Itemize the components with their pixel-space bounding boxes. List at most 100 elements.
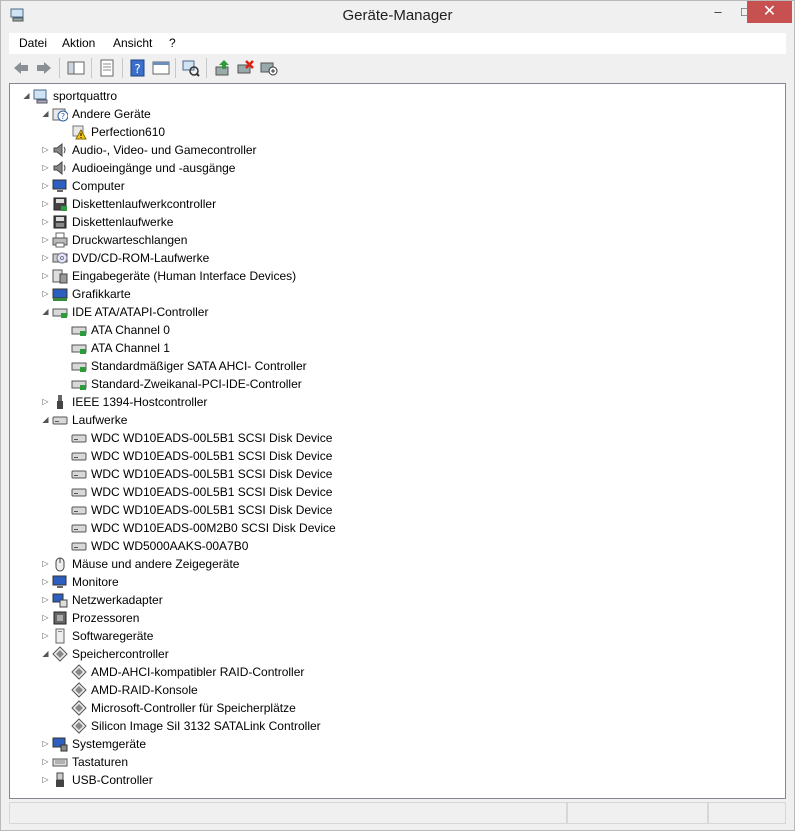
tree-row[interactable]: Standardmäßiger SATA AHCI- Controller <box>10 357 780 375</box>
scan-hardware-icon[interactable] <box>182 59 200 77</box>
expand-toggle-icon[interactable]: ▷ <box>41 735 50 753</box>
tree-row[interactable]: Standard-Zweikanal-PCI-IDE-Controller <box>10 375 780 393</box>
expand-toggle-icon[interactable]: ▷ <box>41 771 50 789</box>
tree-row[interactable]: ▷ Grafikkarte <box>10 285 780 303</box>
tree-row[interactable]: ◢ IDE ATA/ATAPI-Controller <box>10 303 780 321</box>
tree-item-label: Diskettenlaufwerkcontroller <box>72 197 217 211</box>
unknown-device-icon: ? <box>52 108 68 122</box>
expand-toggle-icon[interactable]: ▷ <box>41 213 50 231</box>
properties-icon[interactable] <box>98 59 116 77</box>
tree-row[interactable]: WDC WD10EADS-00L5B1 SCSI Disk Device <box>10 483 780 501</box>
ide-controller-icon <box>71 344 87 354</box>
expand-toggle-icon[interactable]: ▷ <box>41 627 50 645</box>
status-cell-3 <box>708 802 786 824</box>
tree-item-label: ATA Channel 1 <box>91 341 170 355</box>
expand-toggle-icon[interactable]: ▷ <box>41 249 50 267</box>
tree-row[interactable]: ▷ Diskettenlaufwerke <box>10 213 780 231</box>
menu-view[interactable]: Ansicht <box>113 36 152 50</box>
tree-item-label: WDC WD10EADS-00L5B1 SCSI Disk Device <box>91 431 333 445</box>
tree-row[interactable]: WDC WD10EADS-00L5B1 SCSI Disk Device <box>10 501 780 519</box>
tree-item-label: Diskettenlaufwerke <box>72 215 174 229</box>
tree-row[interactable]: Perfection610 <box>10 123 780 141</box>
expand-toggle-icon[interactable]: ▷ <box>41 573 50 591</box>
tree-row[interactable]: WDC WD5000AAKS-00A7B0 <box>10 537 780 555</box>
tree-item-label: WDC WD10EADS-00L5B1 SCSI Disk Device <box>91 503 333 517</box>
expand-toggle-icon[interactable]: ▷ <box>41 159 50 177</box>
tree-row[interactable]: ATA Channel 0 <box>10 321 780 339</box>
tree-row[interactable]: ▷ Diskettenlaufwerkcontroller <box>10 195 780 213</box>
collapse-toggle-icon[interactable]: ◢ <box>22 87 31 105</box>
expand-toggle-icon[interactable]: ▷ <box>41 555 50 573</box>
collapse-toggle-icon[interactable]: ◢ <box>41 105 50 123</box>
disk-drive-icon <box>71 506 87 515</box>
tree-row[interactable]: ▷ Netzwerkadapter <box>10 591 780 609</box>
monitor-icon <box>52 179 67 192</box>
tree-row[interactable]: WDC WD10EADS-00L5B1 SCSI Disk Device <box>10 465 780 483</box>
expand-toggle-icon[interactable]: ▷ <box>41 393 50 411</box>
menu-help[interactable]: ? <box>169 36 176 50</box>
tree-item-label: AMD-RAID-Konsole <box>91 683 198 697</box>
tree-row[interactable]: ▷ Audioeingänge und -ausgänge <box>10 159 780 177</box>
tree-row[interactable]: ▷ Prozessoren <box>10 609 780 627</box>
tree-row[interactable]: ▷ Systemgeräte <box>10 735 780 753</box>
disk-drive-icon <box>52 416 68 425</box>
tree-item-label: WDC WD10EADS-00L5B1 SCSI Disk Device <box>91 485 333 499</box>
expand-toggle-icon[interactable]: ▷ <box>41 231 50 249</box>
minimize-button[interactable]: ‒ <box>703 1 733 23</box>
tree-row[interactable]: ▷ Computer <box>10 177 780 195</box>
device-tree[interactable]: ◢ sportquattro ◢? Andere Geräte Perfection61… <box>9 83 786 799</box>
tree-row[interactable]: ▷ Audio-, Video- und Gamecontroller <box>10 141 780 159</box>
firewire-icon <box>57 395 63 409</box>
tree-row[interactable]: WDC WD10EADS-00M2B0 SCSI Disk Device <box>10 519 780 537</box>
tree-row[interactable]: ▷ Tastaturen <box>10 753 780 771</box>
tree-row[interactable]: AMD-AHCI-kompatibler RAID-Controller <box>10 663 780 681</box>
collapse-toggle-icon[interactable]: ◢ <box>41 303 50 321</box>
expand-toggle-icon[interactable]: ▷ <box>41 267 50 285</box>
back-icon[interactable] <box>12 59 30 77</box>
tree-item-label: Mäuse und andere Zeigegeräte <box>72 557 240 571</box>
tree-row[interactable]: ▷ Mäuse und andere Zeigegeräte <box>10 555 780 573</box>
status-cell-main <box>9 802 567 824</box>
tree-row[interactable]: Silicon Image SiI 3132 SATALink Controll… <box>10 717 780 735</box>
tree-row[interactable]: ◢ Speichercontroller <box>10 645 780 663</box>
tree-item-label: Standardmäßiger SATA AHCI- Controller <box>91 359 307 373</box>
storage-controller-icon <box>71 664 87 680</box>
view-icon[interactable] <box>152 59 170 77</box>
tree-row[interactable]: ▷ IEEE 1394-Hostcontroller <box>10 393 780 411</box>
tree-row[interactable]: ◢ sportquattro <box>10 87 780 105</box>
expand-toggle-icon[interactable]: ▷ <box>41 141 50 159</box>
status-cell-2 <box>567 802 708 824</box>
help-icon[interactable]: ? <box>129 59 147 77</box>
tree-row[interactable]: AMD-RAID-Konsole <box>10 681 780 699</box>
forward-icon[interactable] <box>35 59 53 77</box>
tree-row[interactable]: ▷ Eingabegeräte (Human Interface Devices) <box>10 267 780 285</box>
tree-row[interactable]: Microsoft-Controller für Speicherplätze <box>10 699 780 717</box>
tree-row[interactable]: ▷ Druckwarteschlangen <box>10 231 780 249</box>
expand-toggle-icon[interactable]: ▷ <box>41 753 50 771</box>
tree-row[interactable]: ▷ USB-Controller <box>10 771 780 789</box>
menu-action[interactable]: Aktion <box>62 36 95 50</box>
tree-row[interactable]: WDC WD10EADS-00L5B1 SCSI Disk Device <box>10 447 780 465</box>
tree-row[interactable]: ▷ DVD/CD-ROM-Laufwerke <box>10 249 780 267</box>
title-bar[interactable]: Geräte-Manager ‒ □ ✕ <box>1 1 794 31</box>
dvd-icon <box>52 252 68 264</box>
expand-toggle-icon[interactable]: ▷ <box>41 609 50 627</box>
update-driver-icon[interactable] <box>214 59 232 77</box>
tree-row[interactable]: ◢ Laufwerke <box>10 411 780 429</box>
collapse-toggle-icon[interactable]: ◢ <box>41 411 50 429</box>
expand-toggle-icon[interactable]: ▷ <box>41 177 50 195</box>
collapse-toggle-icon[interactable]: ◢ <box>41 645 50 663</box>
expand-toggle-icon[interactable]: ▷ <box>41 195 50 213</box>
expand-toggle-icon[interactable]: ▷ <box>41 285 50 303</box>
close-button[interactable]: ✕ <box>747 1 792 23</box>
show-hide-tree-icon[interactable] <box>67 59 85 77</box>
tree-row[interactable]: ▷ Softwaregeräte <box>10 627 780 645</box>
tree-row[interactable]: ◢? Andere Geräte <box>10 105 780 123</box>
uninstall-device-icon[interactable] <box>237 59 255 77</box>
menu-file[interactable]: Datei <box>19 36 47 50</box>
add-legacy-hardware-icon[interactable] <box>260 59 278 77</box>
tree-row[interactable]: ATA Channel 1 <box>10 339 780 357</box>
tree-row[interactable]: ▷ Monitore <box>10 573 780 591</box>
expand-toggle-icon[interactable]: ▷ <box>41 591 50 609</box>
tree-row[interactable]: WDC WD10EADS-00L5B1 SCSI Disk Device <box>10 429 780 447</box>
